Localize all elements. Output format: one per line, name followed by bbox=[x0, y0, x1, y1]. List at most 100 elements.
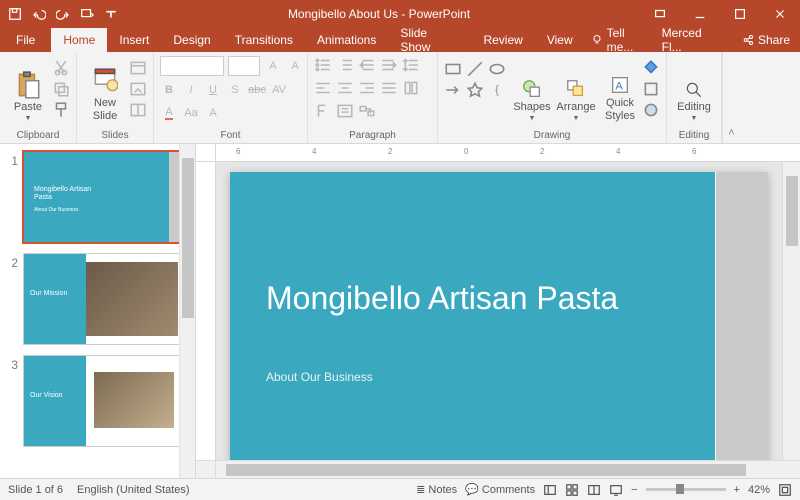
font-color-icon[interactable]: A bbox=[160, 104, 178, 122]
bullets-icon[interactable] bbox=[314, 56, 332, 74]
group-font: A A B I U S abc AV A Aa A Font bbox=[154, 52, 308, 143]
align-right-icon[interactable] bbox=[358, 79, 376, 97]
grow-font-icon[interactable]: A bbox=[264, 57, 282, 75]
spacing-icon[interactable]: AV bbox=[270, 81, 288, 99]
thumb-slide-2[interactable]: Our Mission bbox=[24, 254, 184, 344]
justify-icon[interactable] bbox=[380, 79, 398, 97]
shapes-button[interactable]: Shapes▼ bbox=[512, 56, 552, 122]
ribbon-display-icon[interactable] bbox=[640, 0, 680, 28]
format-painter-icon[interactable] bbox=[52, 101, 70, 119]
smartart-icon[interactable] bbox=[358, 102, 376, 120]
slide-title[interactable]: Mongibello Artisan Pasta bbox=[266, 280, 666, 317]
shrink-font-icon[interactable]: A bbox=[286, 57, 304, 75]
notes-button[interactable]: ≣ Notes bbox=[416, 483, 457, 496]
slideshow-view-icon[interactable] bbox=[609, 483, 623, 497]
group-clipboard: Paste▼ Clipboard bbox=[0, 52, 77, 143]
undo-icon[interactable] bbox=[32, 7, 46, 21]
underline-icon[interactable]: U bbox=[204, 81, 222, 99]
account-name[interactable]: Merced Fl... bbox=[654, 28, 732, 52]
shape-arrow-icon[interactable] bbox=[444, 81, 462, 99]
maximize-icon[interactable] bbox=[720, 0, 760, 28]
clear-format-icon[interactable]: A bbox=[204, 104, 222, 122]
indent-dec-icon[interactable] bbox=[358, 56, 376, 74]
shadow-icon[interactable]: S bbox=[226, 81, 244, 99]
redo-icon[interactable] bbox=[56, 7, 70, 21]
qat-customize-icon[interactable] bbox=[104, 7, 118, 21]
new-slide-button[interactable]: New Slide bbox=[83, 56, 127, 122]
tab-file[interactable]: File bbox=[0, 28, 51, 52]
shape-oval-icon[interactable] bbox=[488, 60, 506, 78]
zoom-slider[interactable] bbox=[646, 488, 726, 491]
tab-animations[interactable]: Animations bbox=[305, 28, 388, 52]
close-icon[interactable] bbox=[760, 0, 800, 28]
sorter-view-icon[interactable] bbox=[565, 483, 579, 497]
shape-brace-icon[interactable]: { bbox=[488, 81, 506, 99]
text-direction-icon[interactable] bbox=[314, 102, 332, 120]
zoom-in-button[interactable]: + bbox=[734, 484, 740, 496]
slide-subtitle[interactable]: About Our Business bbox=[266, 370, 373, 384]
editing-button[interactable]: Editing▼ bbox=[673, 56, 715, 122]
zoom-out-button[interactable]: − bbox=[631, 484, 637, 496]
align-text-icon[interactable] bbox=[336, 102, 354, 120]
bold-icon[interactable]: B bbox=[160, 81, 178, 99]
numbering-icon[interactable] bbox=[336, 56, 354, 74]
slide-canvas[interactable]: Mongibello Artisan Pasta About Our Busin… bbox=[216, 162, 782, 460]
slide[interactable]: Mongibello Artisan Pasta About Our Busin… bbox=[230, 172, 768, 460]
copy-icon[interactable] bbox=[52, 80, 70, 98]
shape-effects-icon[interactable] bbox=[642, 101, 660, 119]
vertical-scrollbar[interactable] bbox=[782, 162, 800, 460]
indent-inc-icon[interactable] bbox=[380, 56, 398, 74]
collapse-ribbon-icon[interactable]: ˄ bbox=[722, 52, 740, 143]
strike-icon[interactable]: abc bbox=[248, 81, 266, 99]
reading-view-icon[interactable] bbox=[587, 483, 601, 497]
align-left-icon[interactable] bbox=[314, 79, 332, 97]
group-paragraph: Paragraph bbox=[308, 52, 438, 143]
font-family-combo[interactable] bbox=[160, 56, 224, 76]
share-button[interactable]: Share bbox=[732, 28, 800, 52]
line-spacing-icon[interactable] bbox=[402, 56, 420, 74]
cut-icon[interactable] bbox=[52, 59, 70, 77]
shape-rect-icon[interactable] bbox=[444, 60, 462, 78]
font-size-combo[interactable] bbox=[228, 56, 260, 76]
tab-view[interactable]: View bbox=[535, 28, 585, 52]
lightbulb-icon bbox=[591, 34, 603, 46]
quick-styles-button[interactable]: A Quick Styles bbox=[600, 56, 640, 122]
group-editing: Editing▼ Editing bbox=[667, 52, 722, 143]
thumbnails-scrollbar[interactable] bbox=[179, 144, 195, 478]
tab-review[interactable]: Review bbox=[471, 28, 534, 52]
thumb-number: 1 bbox=[8, 152, 18, 242]
shape-star-icon[interactable] bbox=[466, 81, 484, 99]
change-case-icon[interactable]: Aa bbox=[182, 104, 200, 122]
columns-icon[interactable] bbox=[402, 79, 420, 97]
shape-fill-icon[interactable] bbox=[642, 59, 660, 77]
tab-design[interactable]: Design bbox=[161, 28, 222, 52]
thumb-slide-1[interactable]: Mongibello Artisan Pasta About Our Busin… bbox=[24, 152, 184, 242]
slide-counter[interactable]: Slide 1 of 6 bbox=[8, 484, 63, 496]
reset-icon[interactable] bbox=[129, 80, 147, 98]
start-from-beginning-icon[interactable] bbox=[80, 7, 94, 21]
section-icon[interactable] bbox=[129, 101, 147, 119]
thumb-slide-3[interactable]: Our Vision bbox=[24, 356, 184, 446]
tab-insert[interactable]: Insert bbox=[107, 28, 161, 52]
zoom-level[interactable]: 42% bbox=[748, 484, 770, 496]
tab-slideshow[interactable]: Slide Show bbox=[388, 28, 471, 52]
editor: 6 4 2 0 2 4 6 Mongibello Artisan Pasta A… bbox=[196, 144, 800, 478]
tab-home[interactable]: Home bbox=[51, 28, 107, 52]
language-status[interactable]: English (United States) bbox=[77, 484, 190, 496]
tab-transitions[interactable]: Transitions bbox=[223, 28, 305, 52]
shape-outline-icon[interactable] bbox=[642, 80, 660, 98]
normal-view-icon[interactable] bbox=[543, 483, 557, 497]
tell-me[interactable]: Tell me... bbox=[591, 28, 654, 52]
italic-icon[interactable]: I bbox=[182, 81, 200, 99]
shape-line-icon[interactable] bbox=[466, 60, 484, 78]
horizontal-scrollbar[interactable] bbox=[196, 460, 800, 478]
layout-icon[interactable] bbox=[129, 59, 147, 77]
minimize-icon[interactable] bbox=[680, 0, 720, 28]
vertical-ruler bbox=[196, 162, 216, 460]
paste-button[interactable]: Paste▼ bbox=[6, 56, 50, 122]
save-icon[interactable] bbox=[8, 7, 22, 21]
fit-to-window-icon[interactable] bbox=[778, 483, 792, 497]
align-center-icon[interactable] bbox=[336, 79, 354, 97]
comments-button[interactable]: 💬 Comments bbox=[465, 483, 535, 496]
arrange-button[interactable]: Arrange▼ bbox=[554, 56, 598, 122]
